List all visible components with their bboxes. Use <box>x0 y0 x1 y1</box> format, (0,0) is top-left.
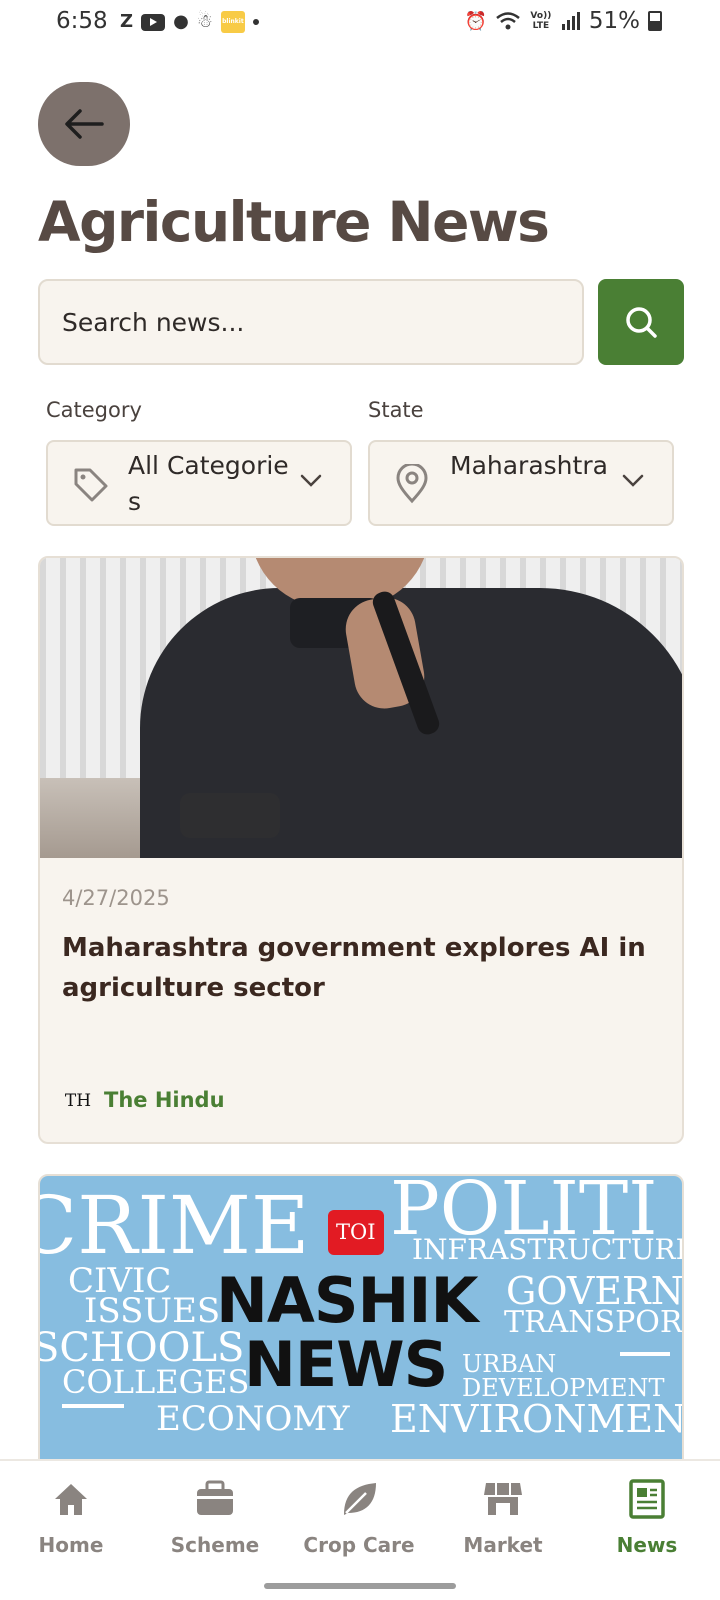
store-icon <box>484 1483 522 1515</box>
news-image <box>40 558 682 858</box>
category-select[interactable]: All Categories <box>46 440 352 526</box>
tag-icon <box>74 468 108 502</box>
nav-label: Home <box>38 1533 104 1557</box>
news-card[interactable]: 4/27/2025 Maharashtra government explore… <box>38 556 684 1144</box>
status-system-icons: ⏰ Vo)) LTE 51% <box>464 8 662 34</box>
page-title: Agriculture News <box>38 190 550 254</box>
image-text: CRIME <box>40 1179 310 1272</box>
chat-icon: ● <box>173 11 189 32</box>
newspaper-icon <box>629 1479 665 1519</box>
image-text: ENVIRONMENT <box>390 1397 682 1441</box>
youtube-icon <box>141 13 166 31</box>
status-bar: 6:58 Z ● ☃ blinkit ⏰ Vo)) LTE 51% <box>0 0 720 48</box>
nav-market[interactable]: Market <box>438 1477 568 1557</box>
category-label: Category <box>46 398 142 422</box>
home-indicator[interactable] <box>264 1583 456 1589</box>
news-title: Maharashtra government explores AI in ag… <box>62 933 646 1003</box>
state-value: Maharashtra <box>450 451 608 480</box>
battery-text: 51% <box>588 8 640 34</box>
news-date: 4/27/2025 <box>62 886 170 910</box>
search-icon <box>626 307 657 338</box>
image-text: COLLEGES <box>62 1363 250 1401</box>
image-text: TRANSPOR <box>504 1305 682 1340</box>
status-time: 6:58 <box>56 8 108 34</box>
toi-logo-icon: TOI <box>328 1210 384 1255</box>
dot-icon <box>252 19 259 25</box>
image-text: URBAN <box>462 1350 557 1378</box>
status-notification-icons: Z ● ☃ blinkit <box>120 11 259 33</box>
volte-icon: Vo)) LTE <box>530 11 552 31</box>
nav-label: Scheme <box>170 1533 260 1557</box>
image-text: INFRASTRUCTURE <box>412 1233 682 1266</box>
chevron-down-icon <box>300 474 322 487</box>
search-button[interactable] <box>598 279 684 365</box>
home-icon <box>55 1484 87 1515</box>
nav-scheme[interactable]: Scheme <box>150 1477 280 1557</box>
battery-icon <box>648 11 662 31</box>
signal-icon <box>561 12 580 30</box>
chevron-down-icon <box>622 474 644 487</box>
notification-icon: ☃ <box>196 11 213 32</box>
location-pin-icon <box>396 464 428 504</box>
nav-label: Market <box>463 1533 543 1557</box>
news-image: CRIME POLITI TOI INFRASTRUCTURE CIVIC IS… <box>40 1176 682 1492</box>
category-value: All Categories <box>128 451 289 516</box>
alarm-icon: ⏰ <box>464 10 487 32</box>
news-source-name: The Hindu <box>104 1088 225 1112</box>
nav-label: Crop Care <box>303 1533 415 1557</box>
search-input[interactable] <box>38 279 584 365</box>
news-card[interactable]: CRIME POLITI TOI INFRASTRUCTURE CIVIC IS… <box>38 1174 684 1494</box>
state-label: State <box>368 398 424 422</box>
image-headline: NEWS <box>244 1328 448 1401</box>
bottom-navigation: Home Scheme Crop Care Market News <box>0 1459 720 1600</box>
image-headline: NASHIK <box>216 1264 479 1337</box>
nav-home[interactable]: Home <box>6 1477 136 1557</box>
nav-label: News <box>616 1533 678 1557</box>
nav-news[interactable]: News <box>582 1477 712 1557</box>
image-text: ECONOMY <box>156 1399 350 1439</box>
news-source: TH The Hindu <box>62 1086 225 1114</box>
back-button[interactable] <box>38 82 130 166</box>
leaf-icon <box>344 1483 376 1515</box>
the-hindu-logo-icon: TH <box>64 1091 92 1111</box>
state-select[interactable]: Maharashtra <box>368 440 674 526</box>
z-icon: Z <box>120 11 134 32</box>
image-text: ISSUES <box>84 1291 221 1331</box>
image-text: SCHOOLS <box>40 1325 245 1371</box>
blinkit-icon: blinkit <box>220 11 245 33</box>
wifi-icon <box>496 12 520 30</box>
briefcase-icon <box>197 1480 233 1515</box>
arrow-left-icon <box>65 109 104 139</box>
nav-crop-care[interactable]: Crop Care <box>294 1477 424 1557</box>
